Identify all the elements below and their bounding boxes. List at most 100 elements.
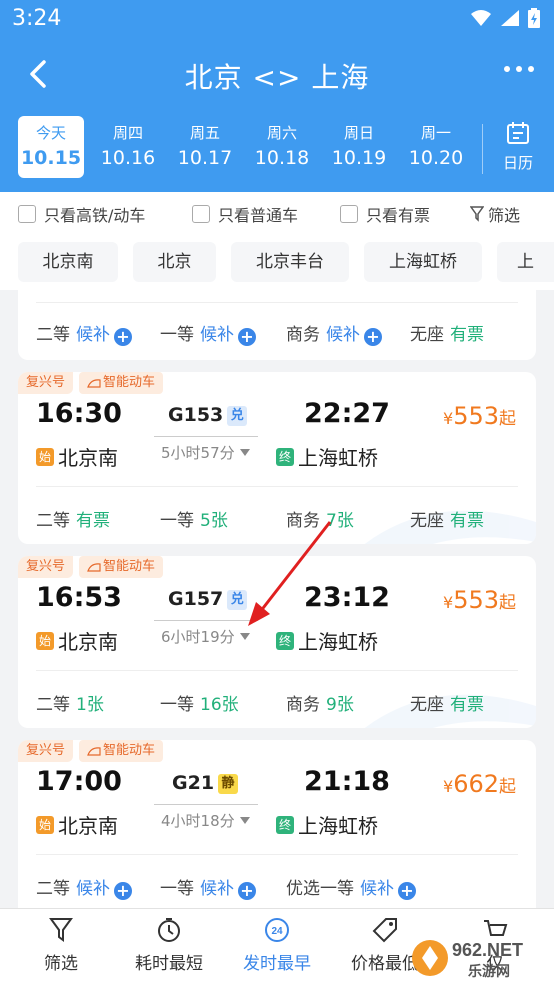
caret-down-icon (239, 633, 250, 640)
station-name: 北京南 (58, 630, 118, 654)
price-suffix: 起 (499, 593, 516, 613)
seat-second: 二等 候补 + (36, 320, 132, 346)
date-value: 10.17 (177, 147, 233, 169)
date-value: 10.16 (100, 147, 156, 169)
calendar-button[interactable]: 日历 (492, 120, 544, 180)
checkbox-label: 只看高铁/动车 (44, 206, 146, 225)
status-icons (470, 8, 540, 28)
train-card[interactable]: 复兴号 智能动车 16:53 G157 兑 6小时19分 23:12 ¥553起 … (18, 556, 536, 728)
seat-class: 无座 (410, 511, 444, 531)
station-chip[interactable]: 北京丰台 (231, 242, 349, 282)
to-station: 终上海虹桥 (276, 442, 378, 471)
station-name: 北京南 (58, 814, 118, 838)
date-tab[interactable]: 周五 10.17 (172, 116, 238, 178)
seat-status: 16张 (200, 695, 239, 715)
train-card-partial[interactable]: 二等 候补 + 一等 候补 + 商务 候补 + 无座 有票 (18, 290, 536, 360)
duration[interactable]: 6小时19分 (161, 626, 250, 647)
calendar-icon (507, 122, 529, 144)
seat-business: 商务 7张 (286, 506, 354, 531)
date-weekday: 周六 (266, 124, 297, 142)
date-value: 10.18 (254, 147, 310, 169)
start-mark: 始 (36, 631, 54, 650)
arrive-time: 23:12 (304, 582, 390, 613)
date-weekday: 周一 (420, 124, 451, 142)
high-speed-checkbox[interactable]: 只看高铁/动车 (18, 202, 145, 226)
seat-status: 候补 (326, 325, 360, 345)
date-weekday: 周四 (112, 124, 143, 142)
station-name: 北京南 (58, 446, 118, 470)
train-card[interactable]: 复兴号 智能动车 16:30 G153 兑 5小时57分 22:27 ¥553起 … (18, 372, 536, 544)
date-tab-today[interactable]: 今天 10.15 (18, 116, 84, 178)
station-name: 上海虹桥 (298, 814, 378, 838)
date-tab[interactable]: 周日 10.19 (326, 116, 392, 178)
depart-time: 16:53 (36, 582, 122, 613)
from-station: 始北京南 (36, 442, 118, 471)
screen-button[interactable]: 筛选 (470, 202, 520, 226)
train-tag: 兑 (227, 590, 248, 610)
date-bar: 今天 10.15 周四 10.16 周五 10.17 周六 10.18 周日 1… (0, 110, 554, 192)
tab-label: 发时最早 (243, 954, 311, 974)
badges: 复兴号 智能动车 (18, 740, 164, 762)
station-chip[interactable]: 北京 (133, 242, 216, 282)
station-chip[interactable]: 上海虹桥 (364, 242, 482, 282)
duration-line (154, 620, 258, 621)
seat-first: 一等 候补 + (160, 320, 256, 346)
start-mark: 始 (36, 447, 54, 466)
fuxing-badge: 复兴号 (18, 556, 74, 578)
date-value: 10.15 (20, 147, 82, 169)
plus-icon[interactable]: + (398, 882, 416, 900)
seat-status: 候补 (76, 325, 110, 345)
station-name: 上海虹桥 (298, 630, 378, 654)
tab-label: 筛选 (44, 954, 78, 974)
station-name: 上海虹桥 (298, 446, 378, 470)
badge-label: 智能动车 (103, 743, 156, 758)
tab-shortest[interactable]: 耗时最短 (114, 915, 224, 974)
duration-text: 5小时57分 (161, 444, 235, 462)
seat-class: 商务 (286, 325, 320, 345)
plus-icon[interactable]: + (364, 328, 382, 346)
smart-train-badge: 智能动车 (79, 556, 164, 578)
train-tag: 兑 (227, 406, 248, 426)
date-tab[interactable]: 周四 10.16 (95, 116, 161, 178)
price-tag-icon (372, 918, 397, 943)
more-icon[interactable] (504, 66, 534, 72)
train-number-text: G153 (168, 404, 224, 426)
date-tab[interactable]: 周一 10.20 (403, 116, 469, 178)
smart-train-badge: 智能动车 (79, 740, 164, 762)
seat-class: 二等 (36, 325, 70, 345)
plus-icon[interactable]: + (114, 328, 132, 346)
depart-time: 17:00 (36, 766, 122, 797)
seat-class: 二等 (36, 695, 70, 715)
station-chip[interactable]: 上 (497, 242, 554, 282)
seat-class: 一等 (160, 511, 194, 531)
plus-icon[interactable]: + (238, 882, 256, 900)
seat-second: 二等 1张 (36, 690, 104, 715)
tab-filter[interactable]: 筛选 (6, 915, 116, 974)
price-value: 553 (453, 586, 499, 614)
watermark-text: 962.NET 乐游网 (452, 940, 523, 979)
seat-premium-first: 优选一等 候补 + (286, 874, 416, 900)
to-station: 终上海虹桥 (276, 626, 378, 655)
station-chip[interactable]: 北京南 (18, 242, 118, 282)
date-tab[interactable]: 周六 10.18 (249, 116, 315, 178)
plus-icon[interactable]: + (114, 882, 132, 900)
train-card[interactable]: 复兴号 智能动车 17:00 G21 静 4小时18分 21:18 ¥662起 始… (18, 740, 536, 908)
date-weekday: 今天 (35, 124, 66, 142)
train-number-text: G157 (168, 588, 224, 610)
price-suffix: 起 (499, 409, 516, 429)
available-only-checkbox[interactable]: 只看有票 (340, 202, 430, 226)
train-number: G157 兑 (168, 588, 248, 610)
plus-icon[interactable]: + (238, 328, 256, 346)
caret-down-icon (239, 449, 250, 456)
duration[interactable]: 4小时18分 (161, 810, 250, 831)
seat-status: 7张 (326, 511, 354, 531)
end-mark: 终 (276, 631, 294, 650)
end-mark: 终 (276, 447, 294, 466)
tab-earliest[interactable]: 24 发时最早 (222, 915, 332, 974)
seat-business: 商务 候补 + (286, 320, 382, 346)
seat-status: 有票 (76, 511, 110, 531)
checkbox-box (340, 205, 358, 223)
seat-class: 一等 (160, 695, 194, 715)
normal-train-checkbox[interactable]: 只看普通车 (192, 202, 298, 226)
duration[interactable]: 5小时57分 (161, 442, 250, 463)
